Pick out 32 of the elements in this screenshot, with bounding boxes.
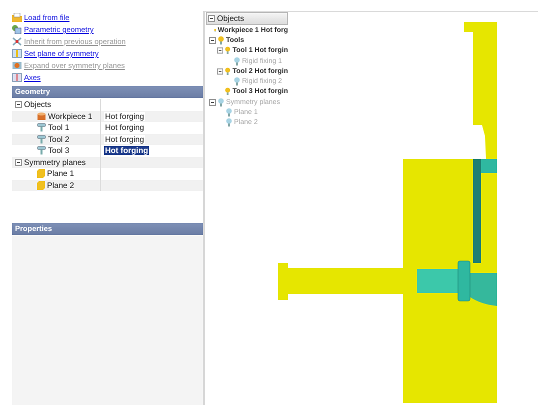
plane-icon (12, 49, 22, 58)
folder-icon (12, 13, 22, 22)
tree-item-label[interactable]: Tool 1 (48, 123, 70, 132)
tool-icon (37, 134, 46, 144)
tree-header[interactable]: Objects (206, 12, 288, 25)
tree-item-value[interactable]: Hot forging (104, 112, 146, 121)
tool-icon (37, 146, 46, 156)
tree-header-label: Objects (217, 14, 244, 23)
inherit-icon (12, 37, 22, 46)
collapse-icon[interactable] (15, 101, 22, 108)
collapse-icon[interactable] (208, 15, 215, 22)
tree-item-label[interactable]: Workpiece 1 (48, 112, 92, 121)
tree-item-label[interactable]: Plane 2 (47, 180, 74, 190)
tree-item-value[interactable]: Hot forging (104, 146, 150, 156)
collapse-icon[interactable] (15, 158, 22, 166)
bulb-icon (225, 66, 231, 76)
shapes-icon (12, 25, 22, 34)
tree-item-value[interactable]: Hot forging (104, 123, 146, 132)
tree-item-label[interactable]: Plane 1 (47, 169, 74, 178)
bulb-icon (234, 56, 240, 66)
tree-item-value[interactable]: Hot forging (104, 134, 146, 144)
bulb-icon (234, 77, 240, 86)
collapse-icon[interactable] (209, 36, 216, 44)
collapse-icon[interactable] (217, 47, 224, 54)
expand-planes-icon (12, 61, 22, 70)
collapse-icon[interactable] (217, 68, 224, 75)
tree-item-label[interactable]: Tool 2 (48, 134, 70, 144)
tree-item-label[interactable]: Tool 3 (48, 146, 70, 156)
cylinder-icon (37, 112, 46, 121)
axes-icon (12, 73, 22, 82)
tree-group-label[interactable]: Objects (24, 100, 52, 110)
tool-icon (37, 123, 46, 132)
